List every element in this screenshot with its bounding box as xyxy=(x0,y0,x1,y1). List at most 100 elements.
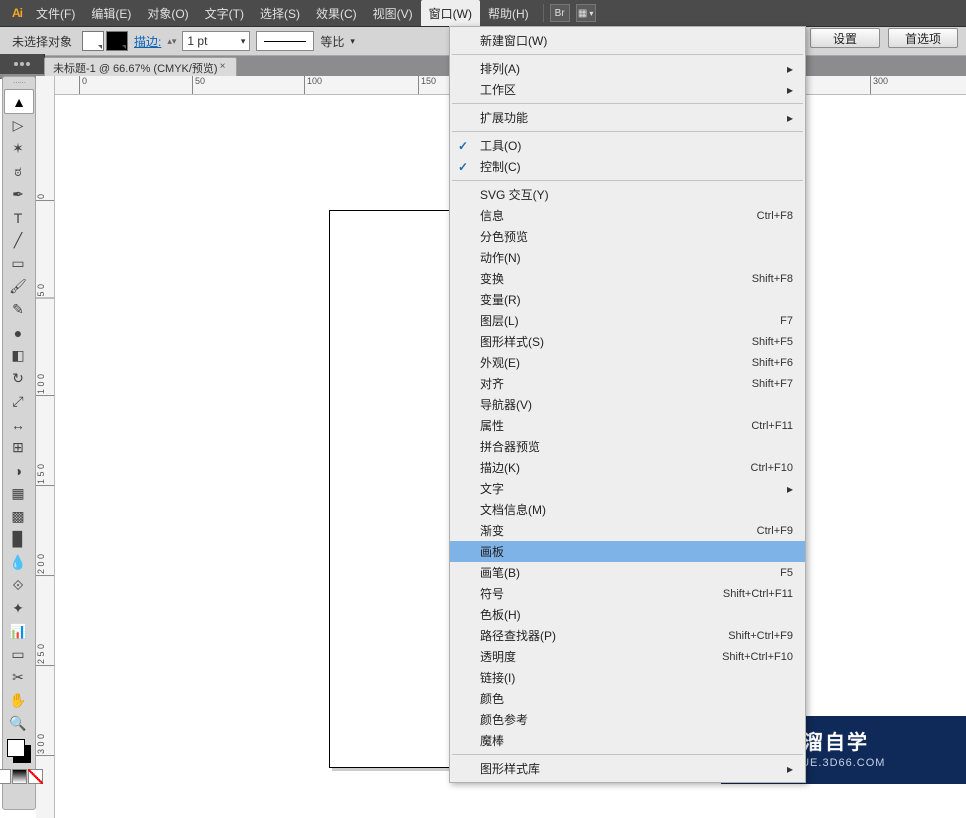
pencil-tool[interactable]: ✎ xyxy=(4,298,32,321)
artboard-tool[interactable]: ▭ xyxy=(4,643,32,666)
fill-color[interactable] xyxy=(7,739,25,757)
menu-item-label: 工具(O) xyxy=(480,137,793,154)
ruler-tick: 300 xyxy=(870,76,888,94)
color-mode-solid[interactable] xyxy=(0,769,11,784)
menu-item-17[interactable]: 图形样式(S)Shift+F5 xyxy=(450,331,805,352)
menu-item-label: 排列(A) xyxy=(480,60,787,77)
stroke-size-field[interactable]: 1 pt▾ xyxy=(182,31,250,51)
magic-wand-tool[interactable]: ✶ xyxy=(4,137,32,160)
blob-brush-tool[interactable]: ● xyxy=(4,321,32,344)
menu-item-25[interactable]: 文档信息(M) xyxy=(450,499,805,520)
free-transform-tool[interactable]: ⊞ xyxy=(4,436,32,459)
width-tool[interactable]: ↔ xyxy=(4,413,32,436)
slice-tool[interactable]: ✂ xyxy=(4,666,32,689)
menu-item-29[interactable]: 符号Shift+Ctrl+F11 xyxy=(450,583,805,604)
menu-item-27[interactable]: 画板 xyxy=(450,541,805,562)
menu-item-34[interactable]: 颜色 xyxy=(450,688,805,709)
toolbox-grip[interactable] xyxy=(5,80,33,86)
tab-close-icon[interactable]: × xyxy=(220,61,232,73)
menu-item-35[interactable]: 颜色参考 xyxy=(450,709,805,730)
menu-item-22[interactable]: 拼合器预览 xyxy=(450,436,805,457)
stepper-icon[interactable]: ▴▾ xyxy=(167,36,176,47)
menu-type[interactable]: 文字(T) xyxy=(197,0,252,26)
menu-window[interactable]: 窗口(W) xyxy=(421,0,480,26)
menu-view[interactable]: 视图(V) xyxy=(365,0,421,26)
rotate-tool[interactable]: ↻ xyxy=(4,367,32,390)
symbol-sprayer-tool[interactable]: ✦ xyxy=(4,597,32,620)
menu-item-5[interactable]: 扩展功能▸ xyxy=(450,107,805,128)
ruler-vertical[interactable]: 05 01 0 01 5 02 0 02 5 03 0 0 xyxy=(36,76,55,818)
menu-help[interactable]: 帮助(H) xyxy=(480,0,537,26)
menu-item-24[interactable]: 文字▸ xyxy=(450,478,805,499)
menu-item-21[interactable]: 属性Ctrl+F11 xyxy=(450,415,805,436)
submenu-arrow-icon: ▸ xyxy=(787,111,793,125)
stroke-swatch[interactable] xyxy=(106,31,128,51)
menu-item-label: 外观(E) xyxy=(480,354,752,371)
color-swatch[interactable] xyxy=(7,739,31,763)
line-tool[interactable]: ╱ xyxy=(4,229,32,252)
menu-item-8[interactable]: ✓控制(C) xyxy=(450,156,805,177)
arrange-chip[interactable]: ▦▾ xyxy=(576,4,596,22)
menu-item-32[interactable]: 透明度Shift+Ctrl+F10 xyxy=(450,646,805,667)
menu-select[interactable]: 选择(S) xyxy=(252,0,308,26)
chevron-down-icon[interactable]: ▾ xyxy=(350,36,355,47)
menu-file[interactable]: 文件(F) xyxy=(28,0,83,26)
settings-button[interactable]: 设置 xyxy=(810,28,880,48)
menu-item-7[interactable]: ✓工具(O) xyxy=(450,135,805,156)
zoom-tool[interactable]: 🔍 xyxy=(4,712,32,735)
menu-item-16[interactable]: 图层(L)F7 xyxy=(450,310,805,331)
prefs-button[interactable]: 首选项 xyxy=(888,28,958,48)
menu-object[interactable]: 对象(O) xyxy=(139,0,196,26)
menu-item-33[interactable]: 链接(I) xyxy=(450,667,805,688)
document-tab[interactable]: 未标题-1 @ 66.67% (CMYK/预览) × xyxy=(44,57,237,78)
eraser-tool[interactable]: ◧ xyxy=(4,344,32,367)
menu-item-label: 画板 xyxy=(480,543,793,560)
menu-item-36[interactable]: 魔棒 xyxy=(450,730,805,751)
stroke-label[interactable]: 描边: xyxy=(134,33,161,50)
scale-tool[interactable]: ⤢ xyxy=(4,390,32,413)
menu-item-18[interactable]: 外观(E)Shift+F6 xyxy=(450,352,805,373)
color-mode-none[interactable] xyxy=(28,769,43,784)
rectangle-tool[interactable]: ▭ xyxy=(4,252,32,275)
menu-edit[interactable]: 编辑(E) xyxy=(83,0,139,26)
mesh-tool[interactable]: ▩ xyxy=(4,505,32,528)
menu-item-label: 属性 xyxy=(480,417,751,434)
shape-builder-tool[interactable]: ◑ xyxy=(4,459,32,482)
menu-item-20[interactable]: 导航器(V) xyxy=(450,394,805,415)
tab-grip[interactable] xyxy=(0,54,45,74)
menu-item-3[interactable]: 工作区▸ xyxy=(450,79,805,100)
pen-tool[interactable]: ✒ xyxy=(4,183,32,206)
menu-item-2[interactable]: 排列(A)▸ xyxy=(450,58,805,79)
direct-selection-tool[interactable]: ▷ xyxy=(4,114,32,137)
menu-effect[interactable]: 效果(C) xyxy=(308,0,365,26)
selection-tool[interactable]: ▲ xyxy=(4,89,34,114)
menu-separator xyxy=(452,103,803,104)
paintbrush-tool[interactable]: 🖌 xyxy=(4,275,32,298)
type-tool[interactable]: T xyxy=(4,206,32,229)
menu-item-12[interactable]: 分色预览 xyxy=(450,226,805,247)
menu-item-28[interactable]: 画笔(B)F5 xyxy=(450,562,805,583)
eyedropper-tool[interactable]: 💧 xyxy=(4,551,32,574)
menu-item-11[interactable]: 信息Ctrl+F8 xyxy=(450,205,805,226)
menu-item-10[interactable]: SVG 交互(Y) xyxy=(450,184,805,205)
bridge-chip[interactable]: Br xyxy=(550,4,570,22)
hand-tool[interactable]: ✋ xyxy=(4,689,32,712)
stroke-style-sample[interactable] xyxy=(256,31,314,51)
blend-tool[interactable]: ⟐ xyxy=(4,574,32,597)
menu-item-15[interactable]: 变量(R) xyxy=(450,289,805,310)
menu-item-14[interactable]: 变换Shift+F8 xyxy=(450,268,805,289)
menu-item-19[interactable]: 对齐Shift+F7 xyxy=(450,373,805,394)
color-mode-gradient[interactable] xyxy=(12,769,27,784)
gradient-tool[interactable]: ▉ xyxy=(4,528,32,551)
menu-item-38[interactable]: 图形样式库▸ xyxy=(450,758,805,779)
menu-item-26[interactable]: 渐变Ctrl+F9 xyxy=(450,520,805,541)
fill-swatch[interactable] xyxy=(82,31,104,51)
menu-item-13[interactable]: 动作(N) xyxy=(450,247,805,268)
graph-tool[interactable]: 📊 xyxy=(4,620,32,643)
menu-item-23[interactable]: 描边(K)Ctrl+F10 xyxy=(450,457,805,478)
menu-item-30[interactable]: 色板(H) xyxy=(450,604,805,625)
perspective-tool[interactable]: ▦ xyxy=(4,482,32,505)
menu-item-0[interactable]: 新建窗口(W) xyxy=(450,30,805,51)
menu-item-31[interactable]: 路径查找器(P)Shift+Ctrl+F9 xyxy=(450,625,805,646)
lasso-tool[interactable]: ಠ xyxy=(4,160,32,183)
